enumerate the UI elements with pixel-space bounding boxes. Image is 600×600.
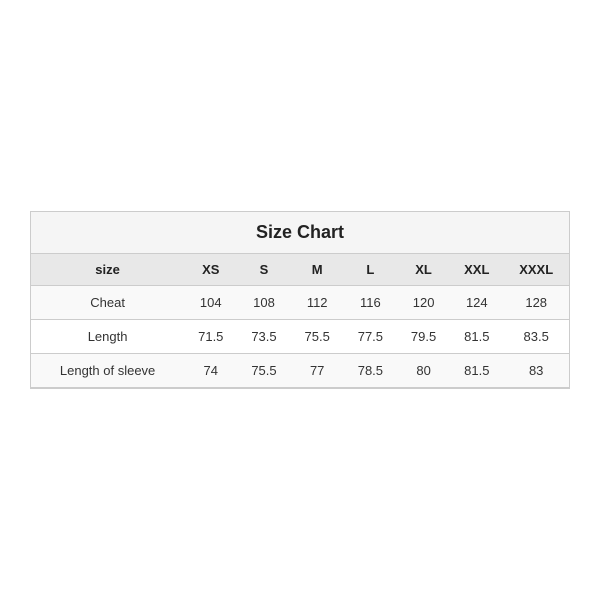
cell-1-3: 77.5 bbox=[344, 320, 397, 354]
chart-title-row: Size Chart bbox=[31, 212, 569, 254]
cell-1-4: 79.5 bbox=[397, 320, 450, 354]
cell-2-2: 77 bbox=[291, 354, 344, 388]
table-row: Length of sleeve7475.57778.58081.583 bbox=[31, 354, 569, 388]
header-xxxl: XXXL bbox=[503, 254, 569, 286]
header-xl: XL bbox=[397, 254, 450, 286]
header-row: sizeXSSMLXLXXLXXXL bbox=[31, 254, 569, 286]
header-xs: XS bbox=[184, 254, 237, 286]
size-chart-table: sizeXSSMLXLXXLXXXL Cheat1041081121161201… bbox=[31, 254, 569, 388]
cell-1-1: 73.5 bbox=[237, 320, 290, 354]
cell-0-4: 120 bbox=[397, 286, 450, 320]
header-l: L bbox=[344, 254, 397, 286]
table-header: sizeXSSMLXLXXLXXXL bbox=[31, 254, 569, 286]
cell-2-5: 81.5 bbox=[450, 354, 503, 388]
cell-1-2: 75.5 bbox=[291, 320, 344, 354]
row-label-2: Length of sleeve bbox=[31, 354, 184, 388]
cell-0-1: 108 bbox=[237, 286, 290, 320]
header-size-label: size bbox=[31, 254, 184, 286]
cell-2-0: 74 bbox=[184, 354, 237, 388]
cell-1-6: 83.5 bbox=[503, 320, 569, 354]
cell-0-0: 104 bbox=[184, 286, 237, 320]
cell-1-0: 71.5 bbox=[184, 320, 237, 354]
cell-0-2: 112 bbox=[291, 286, 344, 320]
cell-2-4: 80 bbox=[397, 354, 450, 388]
row-label-1: Length bbox=[31, 320, 184, 354]
header-s: S bbox=[237, 254, 290, 286]
cell-2-1: 75.5 bbox=[237, 354, 290, 388]
table-row: Cheat104108112116120124128 bbox=[31, 286, 569, 320]
header-xxl: XXL bbox=[450, 254, 503, 286]
cell-2-3: 78.5 bbox=[344, 354, 397, 388]
cell-1-5: 81.5 bbox=[450, 320, 503, 354]
chart-title: Size Chart bbox=[256, 222, 344, 242]
cell-0-3: 116 bbox=[344, 286, 397, 320]
cell-0-5: 124 bbox=[450, 286, 503, 320]
table-row: Length71.573.575.577.579.581.583.5 bbox=[31, 320, 569, 354]
cell-0-6: 128 bbox=[503, 286, 569, 320]
table-body: Cheat104108112116120124128Length71.573.5… bbox=[31, 286, 569, 388]
size-chart-container: Size Chart sizeXSSMLXLXXLXXXL Cheat10410… bbox=[30, 211, 570, 389]
cell-2-6: 83 bbox=[503, 354, 569, 388]
row-label-0: Cheat bbox=[31, 286, 184, 320]
header-m: M bbox=[291, 254, 344, 286]
